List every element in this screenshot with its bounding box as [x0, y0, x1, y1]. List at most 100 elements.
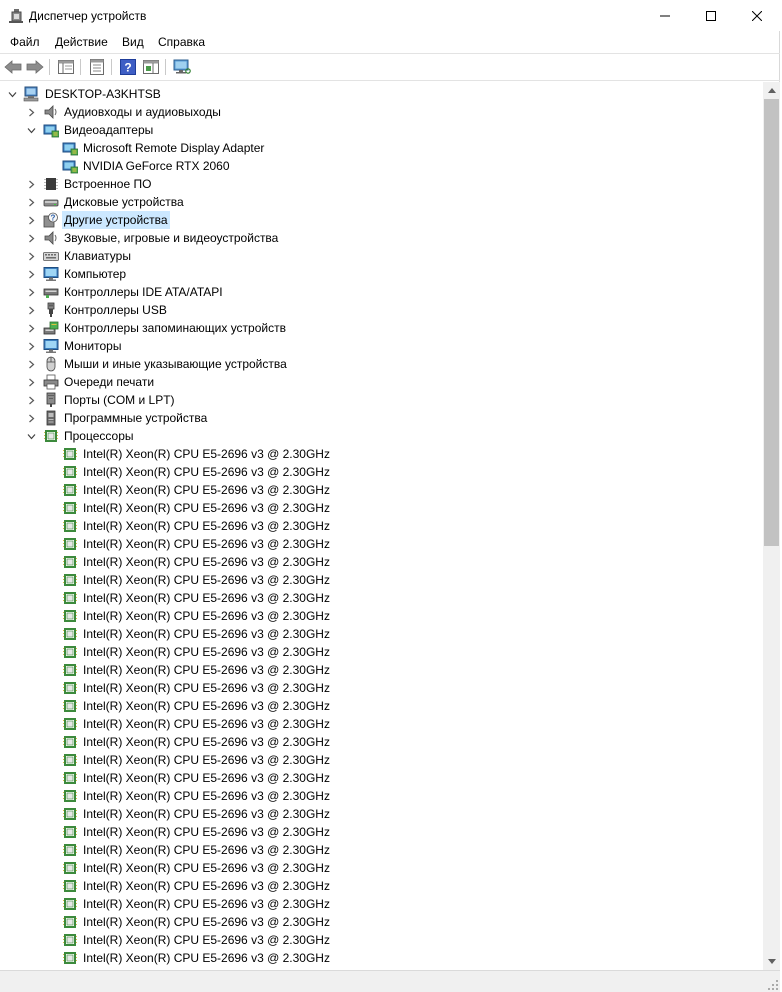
- back-button[interactable]: [3, 58, 23, 76]
- tree-device[interactable]: Intel(R) Xeon(R) CPU E5-2696 v3 @ 2.30GH…: [0, 625, 763, 643]
- maximize-button[interactable]: [688, 0, 734, 31]
- cpu-icon-wrap: [62, 734, 78, 750]
- tree-device[interactable]: Intel(R) Xeon(R) CPU E5-2696 v3 @ 2.30GH…: [0, 481, 763, 499]
- tree-device[interactable]: Intel(R) Xeon(R) CPU E5-2696 v3 @ 2.30GH…: [0, 769, 763, 787]
- tree-device[interactable]: Intel(R) Xeon(R) CPU E5-2696 v3 @ 2.30GH…: [0, 715, 763, 733]
- tree-item-label: Intel(R) Xeon(R) CPU E5-2696 v3 @ 2.30GH…: [83, 627, 330, 641]
- minimize-button[interactable]: [642, 0, 688, 31]
- menu-action[interactable]: Действие: [54, 34, 109, 50]
- close-button[interactable]: [734, 0, 780, 31]
- tree-device[interactable]: Intel(R) Xeon(R) CPU E5-2696 v3 @ 2.30GH…: [0, 445, 763, 463]
- scroll-down-button[interactable]: [763, 953, 780, 970]
- tree-category[interactable]: Контроллеры запоминающих устройств: [0, 319, 763, 337]
- tree-category[interactable]: Компьютер: [0, 265, 763, 283]
- tree-device[interactable]: Intel(R) Xeon(R) CPU E5-2696 v3 @ 2.30GH…: [0, 589, 763, 607]
- tree-category[interactable]: Мониторы: [0, 337, 763, 355]
- expand-toggle[interactable]: [24, 409, 38, 427]
- tree-category[interactable]: Порты (COM и LPT): [0, 391, 763, 409]
- tree-device[interactable]: Intel(R) Xeon(R) CPU E5-2696 v3 @ 2.30GH…: [0, 949, 763, 967]
- tree-device[interactable]: Intel(R) Xeon(R) CPU E5-2696 v3 @ 2.30GH…: [0, 697, 763, 715]
- expand-toggle[interactable]: [24, 229, 38, 247]
- keyboard-icon: [43, 252, 59, 261]
- tree-device[interactable]: Intel(R) Xeon(R) CPU E5-2696 v3 @ 2.30GH…: [0, 823, 763, 841]
- tree-item-label: Контроллеры USB: [64, 303, 167, 317]
- collapse-toggle[interactable]: [24, 121, 38, 139]
- chevron-right-icon: [28, 252, 34, 260]
- expand-toggle[interactable]: [24, 373, 38, 391]
- tree-device[interactable]: NVIDIA GeForce RTX 2060: [0, 157, 763, 175]
- menu-file[interactable]: Файл: [9, 34, 41, 50]
- help-button[interactable]: ?: [118, 58, 138, 76]
- tree-category[interactable]: Клавиатуры: [0, 247, 763, 265]
- title-bar[interactable]: Диспетчер устройств: [0, 0, 780, 31]
- tree-category[interactable]: Встроенное ПО: [0, 175, 763, 193]
- expand-toggle[interactable]: [24, 301, 38, 319]
- expand-toggle[interactable]: [24, 175, 38, 193]
- tree-device[interactable]: Intel(R) Xeon(R) CPU E5-2696 v3 @ 2.30GH…: [0, 841, 763, 859]
- tree-category[interactable]: Звуковые, игровые и видеоустройства: [0, 229, 763, 247]
- tree-device[interactable]: Intel(R) Xeon(R) CPU E5-2696 v3 @ 2.30GH…: [0, 679, 763, 697]
- tree-device[interactable]: Intel(R) Xeon(R) CPU E5-2696 v3 @ 2.30GH…: [0, 751, 763, 769]
- tree-device[interactable]: Intel(R) Xeon(R) CPU E5-2696 v3 @ 2.30GH…: [0, 787, 763, 805]
- tree-device[interactable]: Intel(R) Xeon(R) CPU E5-2696 v3 @ 2.30GH…: [0, 553, 763, 571]
- menu-help[interactable]: Справка: [157, 34, 206, 50]
- tree-device[interactable]: Intel(R) Xeon(R) CPU E5-2696 v3 @ 2.30GH…: [0, 463, 763, 481]
- collapse-toggle[interactable]: [5, 85, 19, 103]
- tree-item-label: Intel(R) Xeon(R) CPU E5-2696 v3 @ 2.30GH…: [83, 501, 330, 515]
- resize-grip-icon[interactable]: [768, 980, 778, 990]
- tree-item-label: Microsoft Remote Display Adapter: [83, 141, 265, 155]
- tree-device[interactable]: Intel(R) Xeon(R) CPU E5-2696 v3 @ 2.30GH…: [0, 643, 763, 661]
- cpu-icon: [63, 934, 77, 946]
- tree-device[interactable]: Intel(R) Xeon(R) CPU E5-2696 v3 @ 2.30GH…: [0, 571, 763, 589]
- expand-toggle[interactable]: [24, 193, 38, 211]
- expand-toggle[interactable]: [24, 265, 38, 283]
- device-tree[interactable]: DESKTOP-A3KHTSB Аудиовходы и аудиовыходы В…: [0, 82, 763, 970]
- tree-category[interactable]: Аудиовходы и аудиовыходы: [0, 103, 763, 121]
- tree-root-computer[interactable]: DESKTOP-A3KHTSB: [0, 85, 763, 103]
- tree-device[interactable]: Intel(R) Xeon(R) CPU E5-2696 v3 @ 2.30GH…: [0, 517, 763, 535]
- scroll-up-button[interactable]: [763, 82, 780, 99]
- expand-toggle[interactable]: [24, 283, 38, 301]
- tree-device[interactable]: Intel(R) Xeon(R) CPU E5-2696 v3 @ 2.30GH…: [0, 733, 763, 751]
- collapse-toggle[interactable]: [24, 427, 38, 445]
- tree-device[interactable]: Intel(R) Xeon(R) CPU E5-2696 v3 @ 2.30GH…: [0, 859, 763, 877]
- expand-toggle[interactable]: [24, 391, 38, 409]
- scan-hardware-button[interactable]: [172, 58, 192, 76]
- tree-category[interactable]: Программные устройства: [0, 409, 763, 427]
- expand-toggle[interactable]: [24, 211, 38, 229]
- tree-category[interactable]: Дисковые устройства: [0, 193, 763, 211]
- tree-device[interactable]: Microsoft Remote Display Adapter: [0, 139, 763, 157]
- tree-category[interactable]: Мыши и иные указывающие устройства: [0, 355, 763, 373]
- scroll-thumb[interactable]: [764, 99, 779, 546]
- expand-toggle[interactable]: [24, 337, 38, 355]
- show-hide-console-tree-button[interactable]: [56, 58, 76, 76]
- menu-view[interactable]: Вид: [121, 34, 145, 50]
- tree-device[interactable]: Intel(R) Xeon(R) CPU E5-2696 v3 @ 2.30GH…: [0, 535, 763, 553]
- tree-item-label: Intel(R) Xeon(R) CPU E5-2696 v3 @ 2.30GH…: [83, 915, 330, 929]
- tree-device[interactable]: Intel(R) Xeon(R) CPU E5-2696 v3 @ 2.30GH…: [0, 931, 763, 949]
- tree-item-label: Intel(R) Xeon(R) CPU E5-2696 v3 @ 2.30GH…: [83, 663, 330, 677]
- port-icon: [46, 392, 56, 407]
- tree-device[interactable]: Intel(R) Xeon(R) CPU E5-2696 v3 @ 2.30GH…: [0, 877, 763, 895]
- tree-category[interactable]: Процессоры: [0, 427, 763, 445]
- expand-toggle[interactable]: [24, 319, 38, 337]
- tree-device[interactable]: Intel(R) Xeon(R) CPU E5-2696 v3 @ 2.30GH…: [0, 805, 763, 823]
- action-pane-button[interactable]: [141, 58, 161, 76]
- cpu-icon: [63, 700, 77, 712]
- forward-button[interactable]: [25, 58, 45, 76]
- properties-button[interactable]: [87, 58, 107, 76]
- expand-toggle[interactable]: [24, 103, 38, 121]
- tree-category[interactable]: Видеоадаптеры: [0, 121, 763, 139]
- tree-category[interactable]: ? Другие устройства: [0, 211, 763, 229]
- expand-toggle[interactable]: [24, 247, 38, 265]
- expand-toggle[interactable]: [24, 355, 38, 373]
- vertical-scrollbar[interactable]: [763, 82, 780, 970]
- tree-device[interactable]: Intel(R) Xeon(R) CPU E5-2696 v3 @ 2.30GH…: [0, 607, 763, 625]
- tree-device[interactable]: Intel(R) Xeon(R) CPU E5-2696 v3 @ 2.30GH…: [0, 499, 763, 517]
- tree-category[interactable]: Контроллеры IDE ATA/ATAPI: [0, 283, 763, 301]
- tree-device[interactable]: Intel(R) Xeon(R) CPU E5-2696 v3 @ 2.30GH…: [0, 913, 763, 931]
- tree-device[interactable]: Intel(R) Xeon(R) CPU E5-2696 v3 @ 2.30GH…: [0, 895, 763, 913]
- tree-category[interactable]: Очереди печати: [0, 373, 763, 391]
- tree-device[interactable]: Intel(R) Xeon(R) CPU E5-2696 v3 @ 2.30GH…: [0, 661, 763, 679]
- tree-category[interactable]: Контроллеры USB: [0, 301, 763, 319]
